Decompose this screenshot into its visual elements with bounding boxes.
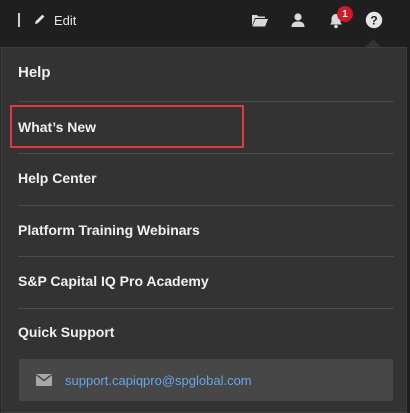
help-dropdown-panel: Help What’s New Help Center Platform Tra… [1,47,407,413]
help-icon[interactable]: ? [364,10,384,30]
edit-label: Edit [54,12,77,28]
user-icon[interactable] [288,10,308,30]
menu-item-training-webinars[interactable]: Platform Training Webinars [18,205,394,255]
support-email-link[interactable]: support.capiqpro@spglobal.com [19,359,393,401]
svg-text:?: ? [370,13,377,27]
top-toolbar: Edit 1 ? [0,0,410,40]
pencil-icon [34,13,46,28]
menu-item-academy[interactable]: S&P Capital IQ Pro Academy [18,256,394,306]
support-email: support.capiqpro@spglobal.com [65,372,252,388]
panel-title: Help [18,64,51,81]
menu-item-quick-support[interactable]: Quick Support [18,307,394,357]
menu-item-help-center[interactable]: Help Center [18,153,394,203]
folder-icon[interactable] [250,10,270,30]
notification-badge: 1 [337,6,353,22]
toolbar-divider [18,13,20,27]
edit-button[interactable]: Edit [34,11,76,29]
menu-item-whats-new[interactable]: What’s New [18,102,394,152]
envelope-icon [35,373,53,387]
